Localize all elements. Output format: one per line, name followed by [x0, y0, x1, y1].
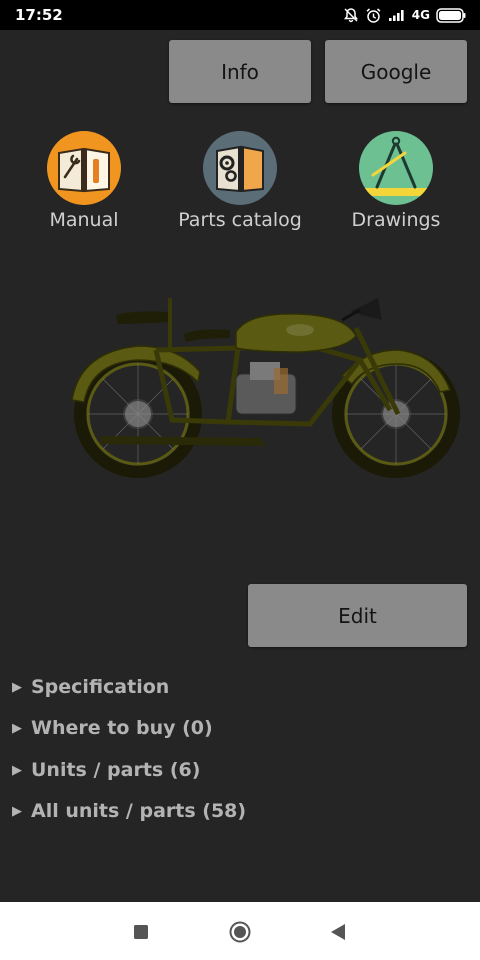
google-button[interactable]: Google: [325, 40, 467, 103]
alarm-icon: [366, 7, 381, 23]
section-where-to-buy[interactable]: ▶ Where to buy (0): [12, 713, 213, 743]
network-type: 4G: [411, 8, 430, 22]
bell-off-icon: [343, 8, 358, 23]
expand-triangle-icon: ▶: [12, 762, 22, 778]
info-button[interactable]: Info: [169, 40, 311, 103]
section-label: Specification: [31, 676, 170, 698]
expand-triangle-icon: ▶: [12, 720, 22, 736]
status-icons: 4G: [343, 7, 466, 24]
shortcut-parts-catalog[interactable]: Parts catalog: [162, 131, 318, 231]
section-label: All units / parts (58): [31, 800, 247, 822]
section-label: Where to buy (0): [31, 717, 213, 739]
section-label: Units / parts (6): [31, 759, 201, 781]
status-bar: 17:52 4G: [0, 0, 480, 30]
back-triangle-icon[interactable]: [330, 923, 346, 941]
expand-triangle-icon: ▶: [12, 803, 22, 819]
manual-book-wrench-icon: [47, 131, 121, 205]
signal-icon: [388, 10, 404, 21]
parts-catalog-gears-icon: [203, 131, 277, 205]
section-specification[interactable]: ▶ Specification: [12, 672, 169, 702]
shortcut-drawings[interactable]: Drawings: [318, 131, 474, 231]
navigation-bar: [0, 902, 480, 960]
shortcut-manual[interactable]: Manual: [6, 131, 162, 231]
section-all-units-parts[interactable]: ▶ All units / parts (58): [12, 796, 246, 826]
shortcut-label-manual: Manual: [49, 209, 119, 231]
drawing-compass-icon: [359, 131, 433, 205]
edit-button[interactable]: Edit: [248, 584, 467, 647]
battery-icon: [436, 7, 466, 23]
expand-triangle-icon: ▶: [12, 679, 22, 695]
section-units-parts[interactable]: ▶ Units / parts (6): [12, 755, 200, 785]
home-circle-icon[interactable]: [229, 921, 251, 943]
status-time: 17:52: [15, 6, 63, 24]
shortcut-label-drawings: Drawings: [351, 209, 441, 231]
motorcycle-image: [71, 298, 460, 478]
shortcut-label-parts-catalog: Parts catalog: [178, 209, 302, 231]
recent-apps-square-icon[interactable]: [133, 924, 149, 940]
